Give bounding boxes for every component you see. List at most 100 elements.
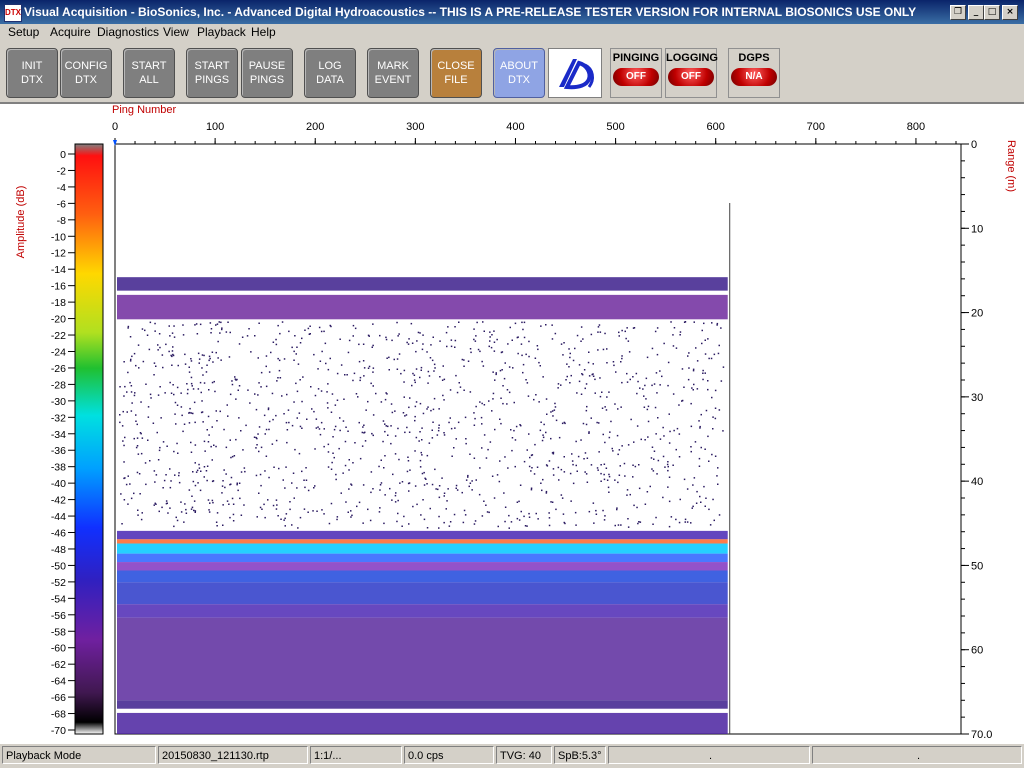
echo-speckle xyxy=(358,501,361,504)
amplitude-tick-label: -58 xyxy=(51,626,66,638)
menu-diagnostics[interactable]: Diagnostics xyxy=(97,25,159,39)
menu-playback[interactable]: Playback xyxy=(197,25,246,39)
echo-speckle xyxy=(320,330,323,333)
echo-speckle xyxy=(427,382,429,384)
start-pings-button[interactable]: START PINGS xyxy=(186,48,238,98)
echo-speckle xyxy=(616,507,618,509)
echo-speckle xyxy=(421,427,423,429)
echo-speckle xyxy=(176,519,179,522)
echo-speckle xyxy=(317,388,320,390)
amplitude-axis-title: Amplitude (dB) xyxy=(15,186,27,259)
echo-speckle xyxy=(406,470,409,473)
echo-speckle xyxy=(545,490,548,493)
echo-speckle xyxy=(620,524,622,526)
echo-speckle xyxy=(557,466,560,469)
echo-speckle xyxy=(435,488,437,490)
menu-help[interactable]: Help xyxy=(251,25,276,39)
echo-speckle xyxy=(577,455,580,458)
echo-speckle xyxy=(142,360,145,363)
echo-speckle xyxy=(136,471,139,474)
echo-speckle xyxy=(358,343,360,346)
menu-setup[interactable]: Setup xyxy=(8,25,39,39)
echo-speckle xyxy=(617,481,619,484)
config-dtx-button[interactable]: CONFIG DTX xyxy=(60,48,112,98)
echo-speckle xyxy=(551,324,553,326)
range-axis: 0 10 20 30 40 50 60 70.0 xyxy=(961,139,992,741)
log-data-button[interactable]: LOG DATA xyxy=(304,48,356,98)
range-tick-label: 50 xyxy=(971,560,983,572)
echo-speckle xyxy=(711,453,713,456)
maximize-button[interactable]: □ xyxy=(984,5,1000,20)
echo-speckle xyxy=(595,509,597,512)
echo-speckle xyxy=(565,379,567,381)
echo-speckle xyxy=(569,356,571,359)
echo-speckle xyxy=(705,497,707,499)
echo-speckle xyxy=(390,425,392,427)
echo-speckle xyxy=(633,441,635,443)
echo-speckle xyxy=(598,451,600,453)
menu-view[interactable]: View xyxy=(163,25,189,39)
echo-speckle xyxy=(244,470,246,473)
echo-speckle xyxy=(188,411,191,414)
echo-speckle xyxy=(545,398,548,400)
echo-speckle xyxy=(426,483,428,485)
echo-speckle xyxy=(270,351,272,354)
echo-speckle xyxy=(495,373,497,376)
echo-speckle xyxy=(431,429,433,431)
echo-speckle xyxy=(397,512,399,515)
echo-speckle xyxy=(289,501,291,503)
echo-speckle xyxy=(442,394,444,397)
echo-speckle xyxy=(327,368,330,371)
echo-speckle xyxy=(307,511,309,513)
amplitude-tick-label: -14 xyxy=(51,264,66,276)
mark-event-button[interactable]: MARK EVENT xyxy=(367,48,419,98)
echo-speckle xyxy=(138,473,141,475)
pause-pings-button[interactable]: PAUSE PINGS xyxy=(241,48,293,98)
echo-speckle xyxy=(712,498,714,501)
echo-speckle xyxy=(396,520,398,523)
echo-speckle xyxy=(176,442,178,445)
echo-speckle xyxy=(296,487,298,489)
echo-speckle xyxy=(198,463,200,466)
echo-speckle xyxy=(303,508,306,510)
ping-tick-label: 800 xyxy=(907,121,925,133)
echo-speckle xyxy=(522,363,525,366)
echo-speckle xyxy=(668,525,671,528)
close-file-button[interactable]: CLOSE FILE xyxy=(430,48,482,98)
echo-speckle xyxy=(182,334,185,336)
start-all-button[interactable]: START ALL xyxy=(123,48,175,98)
echo-speckle xyxy=(340,364,343,366)
echo-speckle xyxy=(675,347,678,349)
echo-speckle xyxy=(690,446,692,448)
echo-speckle xyxy=(232,503,235,505)
echo-speckle xyxy=(255,408,258,411)
echogram-chart[interactable]: Amplitude (dB) Ping Number Range (m) 0 10… xyxy=(0,104,1024,744)
range-axis-title: Range (m) xyxy=(1005,140,1017,192)
restore-small-icon[interactable]: ❐ xyxy=(950,5,966,20)
echo-speckle xyxy=(582,338,584,340)
range-tick-label: 40 xyxy=(971,476,983,488)
menu-acquire[interactable]: Acquire xyxy=(50,25,91,39)
echo-speckle xyxy=(478,493,481,496)
echo-speckle xyxy=(608,491,610,493)
echo-speckle xyxy=(678,456,681,458)
echo-speckle xyxy=(130,497,133,500)
echo-speckle xyxy=(315,418,318,420)
echo-speckle xyxy=(508,527,510,529)
minimize-button[interactable]: _ xyxy=(968,5,984,20)
echo-speckle xyxy=(389,487,391,490)
echo-speckle xyxy=(467,360,470,362)
echo-speckle xyxy=(474,520,477,522)
echo-speckle xyxy=(265,385,268,388)
amplitude-tick-label: -50 xyxy=(51,560,66,572)
biosonics-logo-button[interactable] xyxy=(548,48,602,98)
init-dtx-button[interactable]: INIT DTX xyxy=(6,48,58,98)
about-dtx-button[interactable]: ABOUT DTX xyxy=(493,48,545,98)
echo-speckle xyxy=(557,387,559,389)
echo-speckle xyxy=(683,386,685,388)
echo-speckle xyxy=(679,331,682,333)
echo-speckle xyxy=(188,371,191,373)
close-window-button[interactable]: × xyxy=(1002,5,1018,20)
echo-speckle xyxy=(254,335,256,337)
echo-speckle xyxy=(264,433,266,435)
